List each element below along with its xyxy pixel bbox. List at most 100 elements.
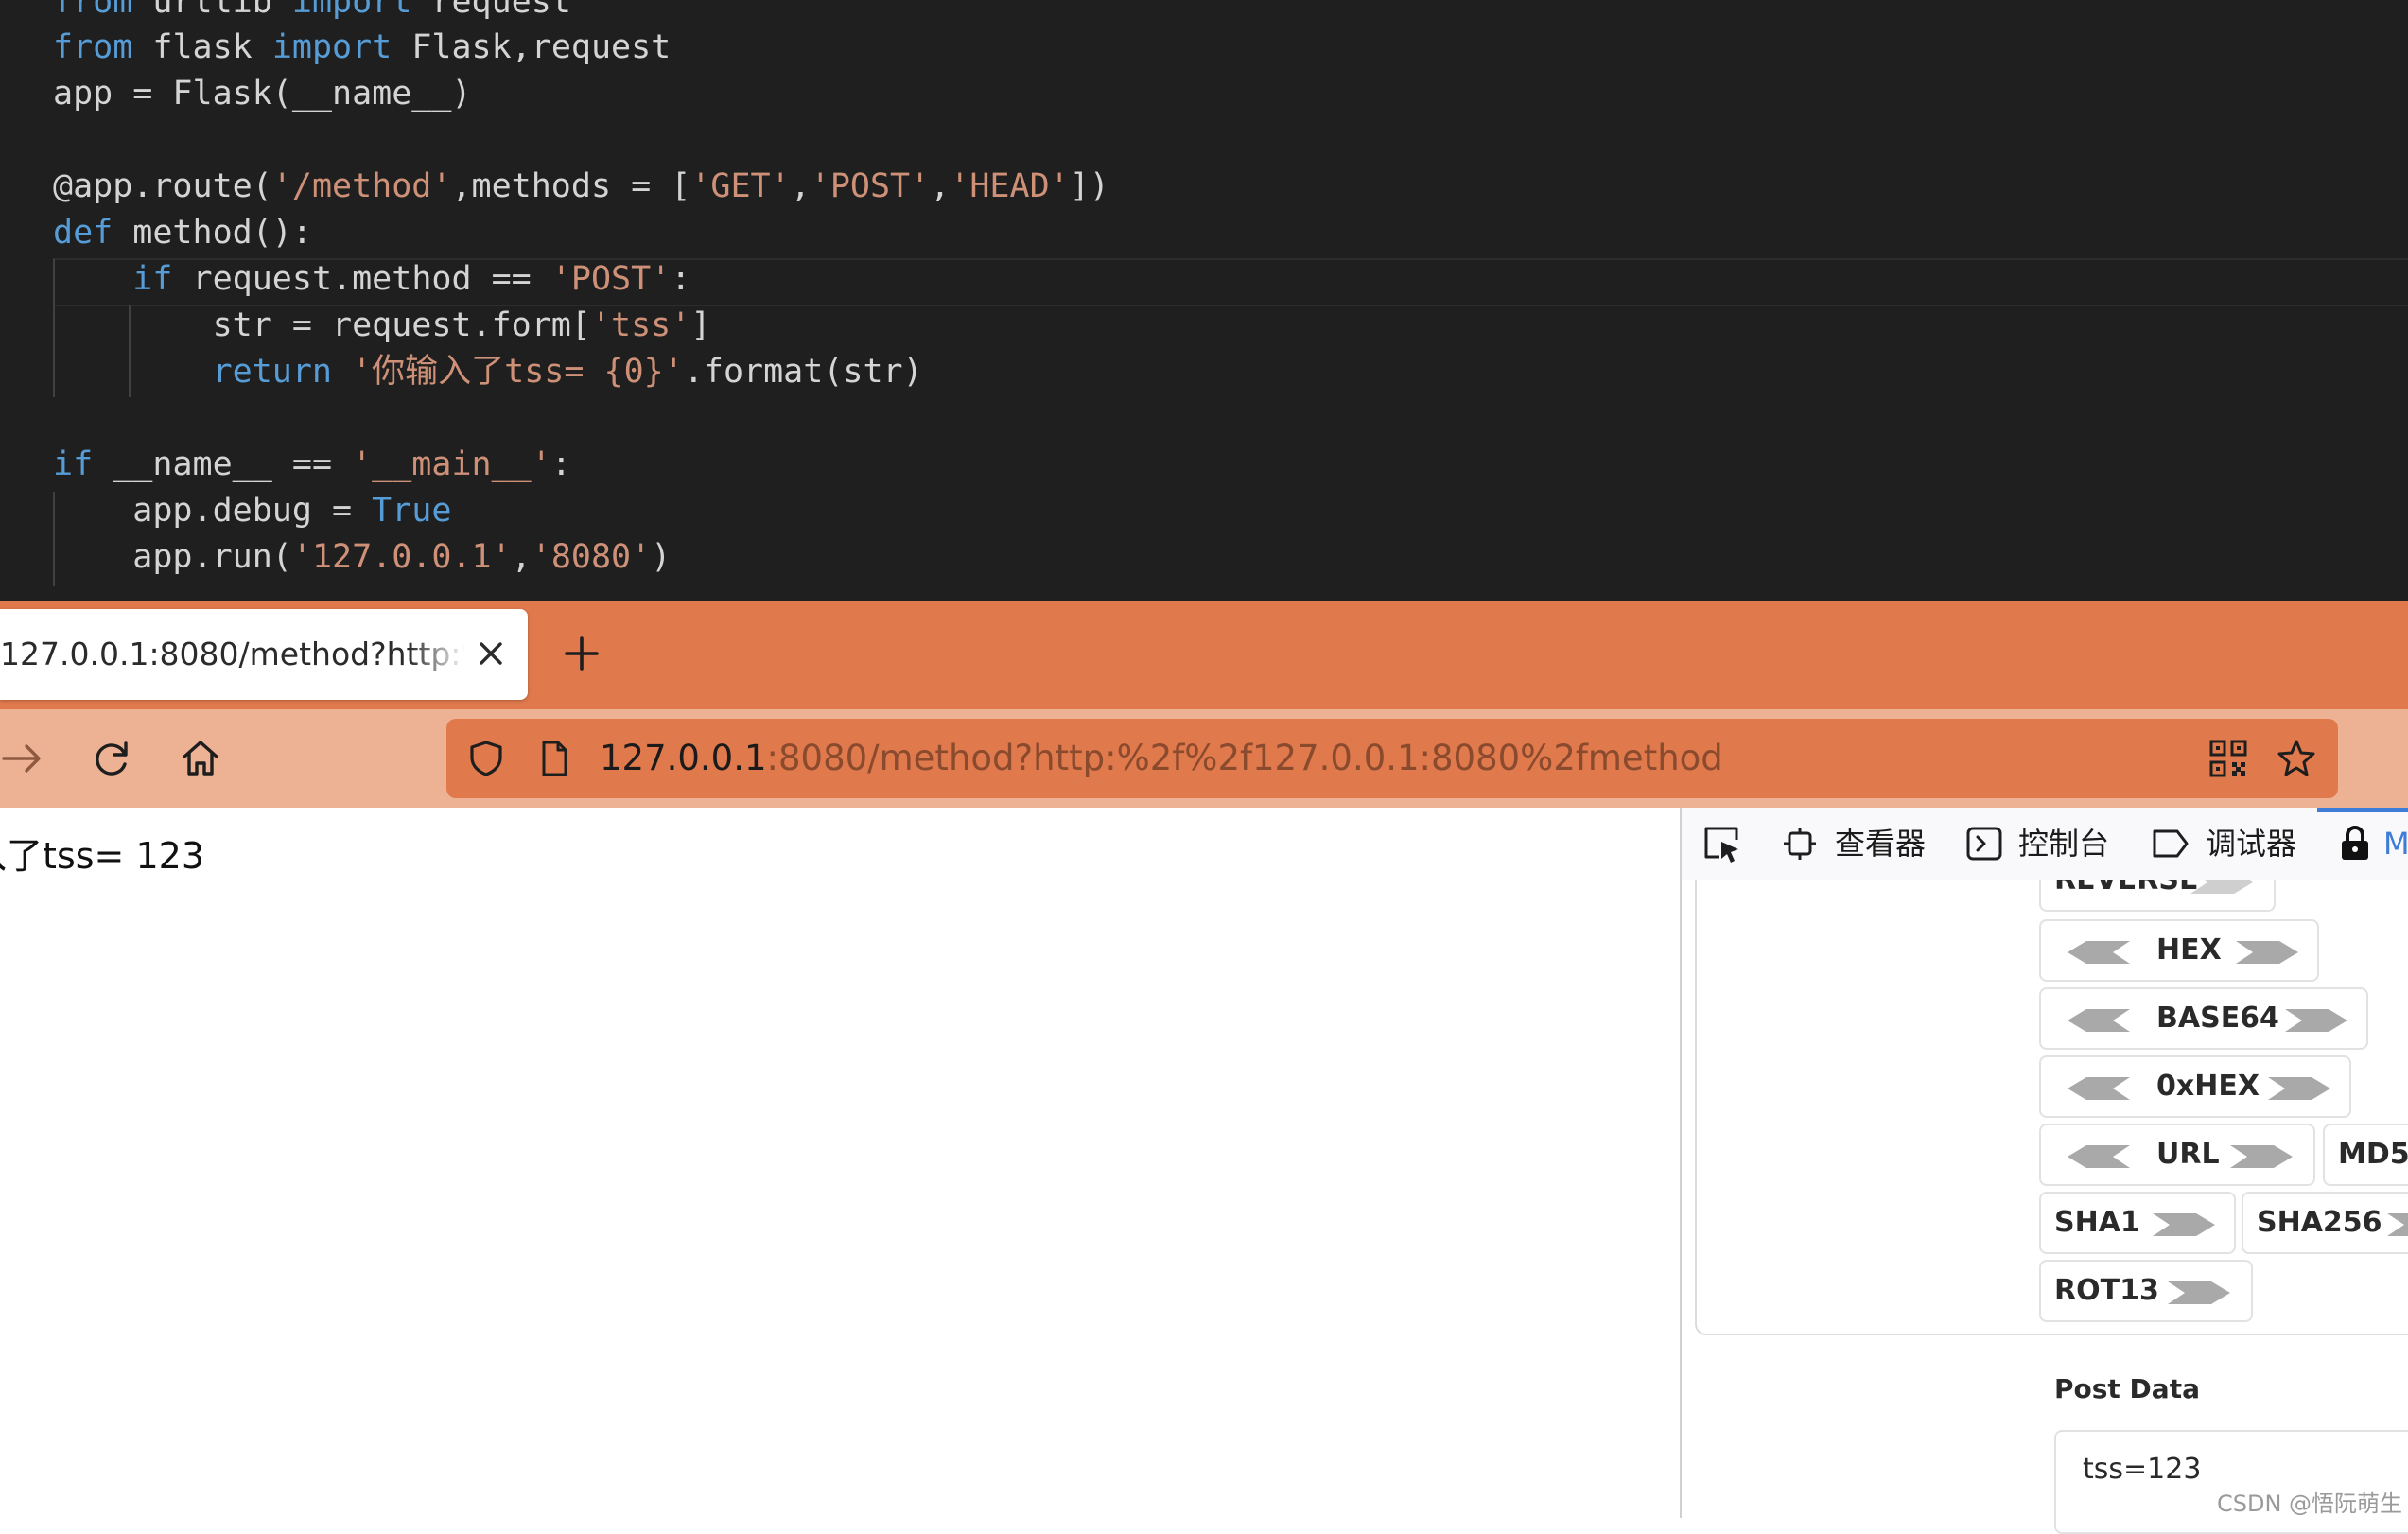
tab-hackbar[interactable]: M: [2336, 808, 2408, 880]
url-button[interactable]: URL: [2039, 1124, 2315, 1186]
tab-inspector[interactable]: 查看器: [1782, 808, 1933, 880]
browser-tab[interactable]: 127.0.0.1:8080/method?http:%2f%2f127.0.0…: [0, 609, 528, 700]
code-editor[interactable]: from urllib import request from flask imp…: [0, 0, 2408, 601]
base64-label: BASE64: [2156, 1002, 2279, 1035]
md5-button[interactable]: MD5: [2323, 1124, 2408, 1186]
post-data-value: tss=123: [2083, 1453, 2202, 1486]
code-text: ,: [790, 167, 811, 205]
home-icon[interactable]: [176, 734, 225, 783]
encoding-panel: REVERSE HEX BASE64 0xHEX URL MD5 SHA1 SH…: [1695, 880, 2408, 1335]
code-string: 'HEAD': [950, 167, 1070, 205]
reverse-button[interactable]: REVERSE: [2039, 880, 2276, 912]
element-picker-icon[interactable]: [1701, 823, 1744, 864]
code-string: '你输入了tss= {0}': [352, 353, 684, 391]
browser-tab-bar: 127.0.0.1:8080/method?http:%2f%2f127.0.0…: [0, 601, 2408, 709]
code-text: flask: [132, 28, 272, 66]
reload-icon[interactable]: [87, 734, 136, 783]
tab-debugger[interactable]: 调试器: [2151, 808, 2302, 880]
code-string: 'GET': [690, 167, 791, 205]
arrow-right-icon: [2387, 1213, 2408, 1236]
code-line: from flask import Flask,request: [53, 25, 671, 71]
post-data-field[interactable]: tss=123: [2054, 1430, 2408, 1534]
code-line: if request.method == 'POST':: [53, 256, 690, 303]
code-keyword: True: [372, 492, 452, 530]
tab-label: M: [2383, 826, 2408, 862]
code-text: app.run(: [53, 538, 292, 576]
code-text: request.method ==: [172, 260, 551, 298]
code-text: ,: [930, 167, 951, 205]
close-icon[interactable]: [469, 632, 513, 675]
code-line: if __name__ == '__main__':: [53, 442, 571, 488]
code-keyword: def: [53, 214, 113, 252]
0xhex-label: 0xHEX: [2156, 1070, 2260, 1103]
code-keyword: if: [53, 445, 94, 483]
arrow-right-icon: [2285, 1009, 2347, 1032]
arrow-right-icon: [2268, 1077, 2330, 1100]
arrow-left-icon: [2068, 1009, 2130, 1032]
watermark: CSDN @悟阮萌生: [2217, 1490, 2403, 1517]
sha1-button[interactable]: SHA1: [2039, 1192, 2236, 1254]
console-icon: [1966, 827, 2002, 861]
reverse-label: REVERSE: [2054, 880, 2199, 897]
code-text: app = Flask(__name__): [53, 75, 472, 113]
code-text: str = request.form[: [53, 306, 591, 344]
code-keyword: from: [53, 28, 133, 66]
arrow-right-icon: [2168, 1281, 2230, 1304]
tab-console[interactable]: 控制台: [1965, 808, 2117, 880]
code-keyword: return: [212, 353, 333, 391]
arrow-left-icon: [2068, 1145, 2130, 1168]
url-path: :8080/method?http:%2f%2f127.0.0.1:8080%2…: [766, 738, 1723, 778]
new-tab-icon[interactable]: [558, 630, 605, 677]
base64-button[interactable]: BASE64: [2039, 987, 2368, 1050]
response-text: 你输入了tss= 123: [0, 827, 204, 879]
code-text: urllib: [132, 0, 292, 21]
0xhex-button[interactable]: 0xHEX: [2039, 1055, 2351, 1118]
code-text: ,: [511, 538, 532, 576]
url-host: 127.0.0.1: [600, 738, 767, 778]
devtools-toolbar: 查看器 控制台 调试器 M: [1682, 808, 2408, 880]
code-line: from urllib import request: [53, 0, 571, 26]
devtools-panel: 查看器 控制台 调试器 M REVERSE HEX BASE64 0xHEX U…: [1680, 808, 2408, 1534]
code-text: ,methods = [: [451, 167, 691, 205]
code-line: str = request.form['tss']: [53, 303, 711, 349]
sha256-button[interactable]: SHA256: [2242, 1192, 2408, 1254]
code-keyword: if: [132, 260, 173, 298]
tab-label: 控制台: [2018, 826, 2110, 862]
arrow-left-icon: [2068, 941, 2130, 964]
qr-code-icon[interactable]: [2207, 738, 2249, 779]
url-text[interactable]: 127.0.0.1:8080/method?http:%2f%2f127.0.0…: [600, 719, 1723, 798]
code-text: __name__ ==: [93, 445, 353, 483]
forward-icon[interactable]: [0, 734, 49, 783]
code-string: '/method': [271, 167, 452, 205]
lock-icon: [2342, 826, 2368, 860]
page-content: 你输入了tss= 123: [0, 808, 1680, 1518]
rot13-label: ROT13: [2054, 1274, 2159, 1307]
tab-label: 调试器: [2206, 826, 2297, 862]
hex-button[interactable]: HEX: [2039, 919, 2319, 982]
code-string: '__main__': [352, 445, 551, 483]
arrow-right-icon: [2230, 1145, 2293, 1168]
shield-icon[interactable]: [465, 738, 507, 779]
code-string: '8080': [531, 538, 652, 576]
code-text: :: [550, 445, 571, 483]
code-line: @app.route('/method',methods = ['GET','P…: [53, 164, 1109, 210]
code-text: method():: [113, 214, 312, 252]
bookmark-star-icon[interactable]: [2276, 738, 2317, 779]
rot13-button[interactable]: ROT13: [2039, 1260, 2253, 1322]
address-bar[interactable]: 127.0.0.1:8080/method?http:%2f%2f127.0.0…: [446, 719, 2338, 798]
hex-label: HEX: [2156, 933, 2222, 967]
code-string: 'POST': [550, 260, 672, 298]
code-text: ): [651, 538, 672, 576]
tab-label: 查看器: [1835, 826, 1927, 862]
arrow-left-icon: [2068, 1077, 2130, 1100]
code-string: 'POST': [810, 167, 931, 205]
arrow-right-icon: [2190, 880, 2253, 894]
code-keyword: import: [291, 0, 412, 21]
page-icon[interactable]: [533, 738, 575, 779]
code-keyword: from: [53, 0, 133, 21]
response-text-value: 你输入了tss= 123: [0, 835, 204, 877]
code-text: ]): [1069, 167, 1109, 205]
inspector-icon: [1784, 828, 1816, 860]
